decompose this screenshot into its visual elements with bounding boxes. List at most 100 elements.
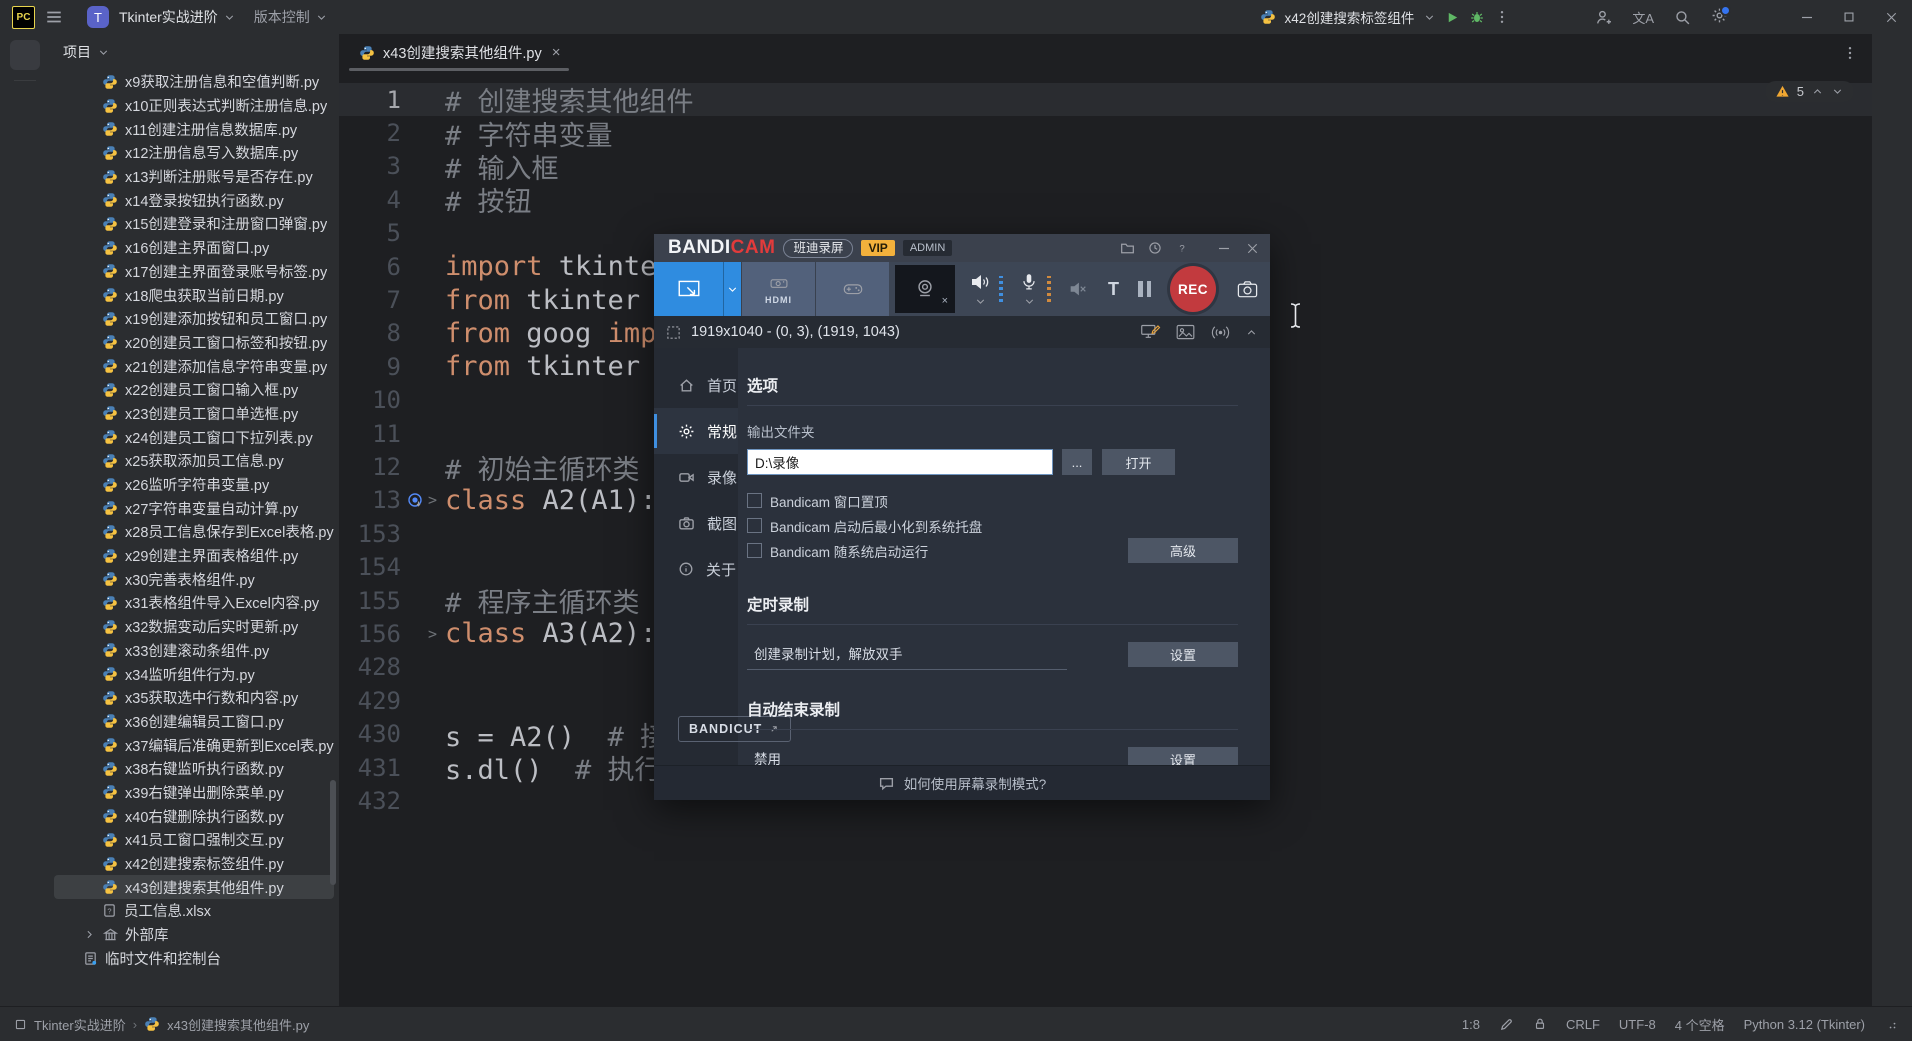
- checkbox[interactable]: [747, 518, 762, 533]
- output-folder-input[interactable]: [747, 449, 1053, 475]
- tree-item[interactable]: x43创建搜索其他组件.py: [54, 875, 334, 900]
- tool-stripe-git-icon[interactable]: [10, 970, 40, 1000]
- file-encoding[interactable]: UTF-8: [1619, 1017, 1656, 1032]
- caret-position[interactable]: 1:8: [1462, 1017, 1480, 1032]
- help-icon[interactable]: ?: [1175, 241, 1189, 255]
- tree-item[interactable]: x31表格组件导入Excel内容.py: [54, 591, 334, 615]
- nav-general[interactable]: 常规: [654, 408, 738, 454]
- chevron-down-icon[interactable]: [1831, 85, 1844, 98]
- nav-video[interactable]: 录像: [654, 454, 738, 500]
- run-button[interactable]: [1445, 10, 1460, 25]
- text-overlay-tool[interactable]: T: [1108, 279, 1119, 300]
- device-recording-mode-button[interactable]: HDMI: [741, 262, 815, 316]
- tool-stripe-database-icon[interactable]: [1877, 142, 1907, 172]
- schedule-settings-button[interactable]: 设置: [1128, 642, 1238, 667]
- tool-stripe-python-console-icon[interactable]: [10, 856, 40, 886]
- tool-stripe-notifications-icon[interactable]: [1877, 42, 1907, 72]
- chevron-right-icon[interactable]: [83, 928, 96, 941]
- tree-item[interactable]: x34监听组件行为.py: [54, 662, 334, 686]
- fold-marker[interactable]: >: [428, 491, 445, 509]
- settings-icon[interactable]: [1711, 5, 1731, 27]
- advanced-button[interactable]: 高级: [1128, 538, 1238, 563]
- screen-recording-mode-button[interactable]: [654, 262, 723, 316]
- open-folder-button[interactable]: 打开: [1102, 449, 1175, 475]
- tree-item[interactable]: x25获取添加员工信息.py: [54, 449, 334, 473]
- output-folder-icon[interactable]: [1120, 241, 1135, 256]
- project-selector[interactable]: Tkinter实战进阶: [119, 7, 236, 27]
- main-menu-icon[interactable]: [45, 8, 63, 26]
- minimize-icon[interactable]: [1216, 240, 1232, 256]
- tree-item[interactable]: x9获取注册信息和空值判断.py: [54, 70, 334, 94]
- edit-mode-icon[interactable]: [1499, 1017, 1514, 1032]
- indent-style[interactable]: 4 个空格: [1675, 1015, 1725, 1034]
- tree-item[interactable]: x41员工窗口强制交互.py: [54, 828, 334, 852]
- run-config-name[interactable]: x42创建搜索标签组件: [1285, 7, 1415, 27]
- code-line[interactable]: 3 # 输入框: [339, 150, 1872, 185]
- tree-item[interactable]: x40右键删除执行函数.py: [54, 804, 334, 828]
- chevron-down-icon[interactable]: [1423, 11, 1436, 24]
- tree-item[interactable]: x28员工信息保存到Excel表格.py: [54, 520, 334, 544]
- tool-stripe-commit-icon[interactable]: [10, 704, 40, 734]
- tool-stripe-run-icon[interactable]: [10, 742, 40, 772]
- bandicam-checkbox-row[interactable]: Bandicam 窗口置顶: [747, 488, 1238, 513]
- close-button[interactable]: [1870, 0, 1912, 34]
- bandicam-checkbox-row[interactable]: Bandicam 启动后最小化到系统托盘: [747, 513, 1238, 538]
- close-icon[interactable]: [1245, 241, 1260, 256]
- recording-mode-dropdown[interactable]: [723, 262, 741, 316]
- tree-item[interactable]: x24创建员工窗口下拉列表.py: [54, 425, 334, 449]
- speaker-control[interactable]: [968, 270, 992, 308]
- tree-item[interactable]: x29创建主界面表格组件.py: [54, 544, 334, 568]
- editor-tab[interactable]: x43创建搜索其他组件.py ×: [345, 34, 573, 71]
- tree-item[interactable]: x35获取选中行数和内容.py: [54, 686, 334, 710]
- tool-stripe-more-icon[interactable]: [10, 129, 40, 159]
- tool-stripe-problems-icon[interactable]: [10, 932, 40, 962]
- tool-stripe-python-packages-icon[interactable]: [10, 780, 40, 810]
- checkbox[interactable]: [747, 543, 762, 558]
- browse-button[interactable]: ...: [1062, 449, 1092, 475]
- nav-screenshot[interactable]: 截图: [654, 500, 738, 546]
- code-line[interactable]: 4 # 按钮: [339, 183, 1872, 219]
- tree-item[interactable]: x26监听字符串变量.py: [54, 473, 334, 497]
- schedule-description[interactable]: 创建录制计划，解放双手: [747, 639, 1067, 670]
- mute-toggle-icon[interactable]: [1067, 278, 1089, 300]
- game-recording-mode-button[interactable]: [815, 262, 889, 316]
- tree-item[interactable]: x37编辑后准确更新到Excel表.py: [54, 733, 334, 757]
- tab-options-icon[interactable]: [1842, 45, 1858, 61]
- tree-item[interactable]: x27字符串变量自动计算.py: [54, 496, 334, 520]
- tree-item[interactable]: x13判断注册账号是否存在.py: [54, 165, 334, 189]
- history-icon[interactable]: [1148, 241, 1162, 255]
- search-everywhere-icon[interactable]: [1674, 9, 1691, 26]
- tree-item[interactable]: x14登录按钮执行函数.py: [54, 188, 334, 212]
- screenshot-button[interactable]: [1235, 278, 1260, 301]
- tree-item[interactable]: x18爬虫获取当前日期.py: [54, 283, 334, 307]
- tree-item[interactable]: x17创建主界面登录账号标签.py: [54, 260, 334, 284]
- more-actions-icon[interactable]: [1494, 9, 1510, 25]
- tree-item[interactable]: x42创建搜索标签组件.py: [54, 852, 334, 876]
- translate-icon[interactable]: 文A: [1632, 8, 1654, 27]
- tree-item[interactable]: x38右键监听执行函数.py: [54, 757, 334, 781]
- collapse-icon[interactable]: [1245, 326, 1258, 339]
- breadcrumb-project[interactable]: Tkinter实战进阶: [34, 1015, 126, 1034]
- fold-marker[interactable]: >: [428, 625, 445, 643]
- python-interpreter[interactable]: Python 3.12 (Tkinter): [1744, 1017, 1865, 1032]
- bandicam-titlebar[interactable]: BANDICAM 班迪录屏 VIP ADMIN ?: [654, 234, 1270, 262]
- override-method-icon[interactable]: [407, 492, 423, 508]
- breadcrumb-file[interactable]: x43创建搜索其他组件.py: [167, 1015, 309, 1034]
- tree-item[interactable]: x11创建注册信息数据库.py: [54, 117, 334, 141]
- maximize-button[interactable]: [1828, 0, 1870, 34]
- tree-item[interactable]: x12注册信息写入数据库.py: [54, 141, 334, 165]
- nav-about[interactable]: 关于: [654, 546, 738, 592]
- tree-item[interactable]: x22创建员工窗口输入框.py: [54, 378, 334, 402]
- tree-item[interactable]: ? 员工信息.xlsx: [54, 899, 334, 923]
- tool-stripe-ai-assistant-icon[interactable]: [1877, 92, 1907, 122]
- tree-item[interactable]: 外部库: [54, 923, 334, 947]
- tree-item[interactable]: x16创建主界面窗口.py: [54, 236, 334, 260]
- checkbox[interactable]: [747, 493, 762, 508]
- tree-item[interactable]: x20创建员工窗口标签和按钮.py: [54, 331, 334, 355]
- tree-item[interactable]: x33创建滚动条组件.py: [54, 639, 334, 663]
- tool-stripe-project-folder-icon[interactable]: [9, 40, 40, 70]
- tool-stripe-sciview-icon[interactable]: [1877, 192, 1907, 222]
- tree-item[interactable]: x32数据变动后实时更新.py: [54, 615, 334, 639]
- nav-home[interactable]: 首页: [654, 362, 738, 408]
- tree-item[interactable]: x21创建添加信息字符串变量.py: [54, 354, 334, 378]
